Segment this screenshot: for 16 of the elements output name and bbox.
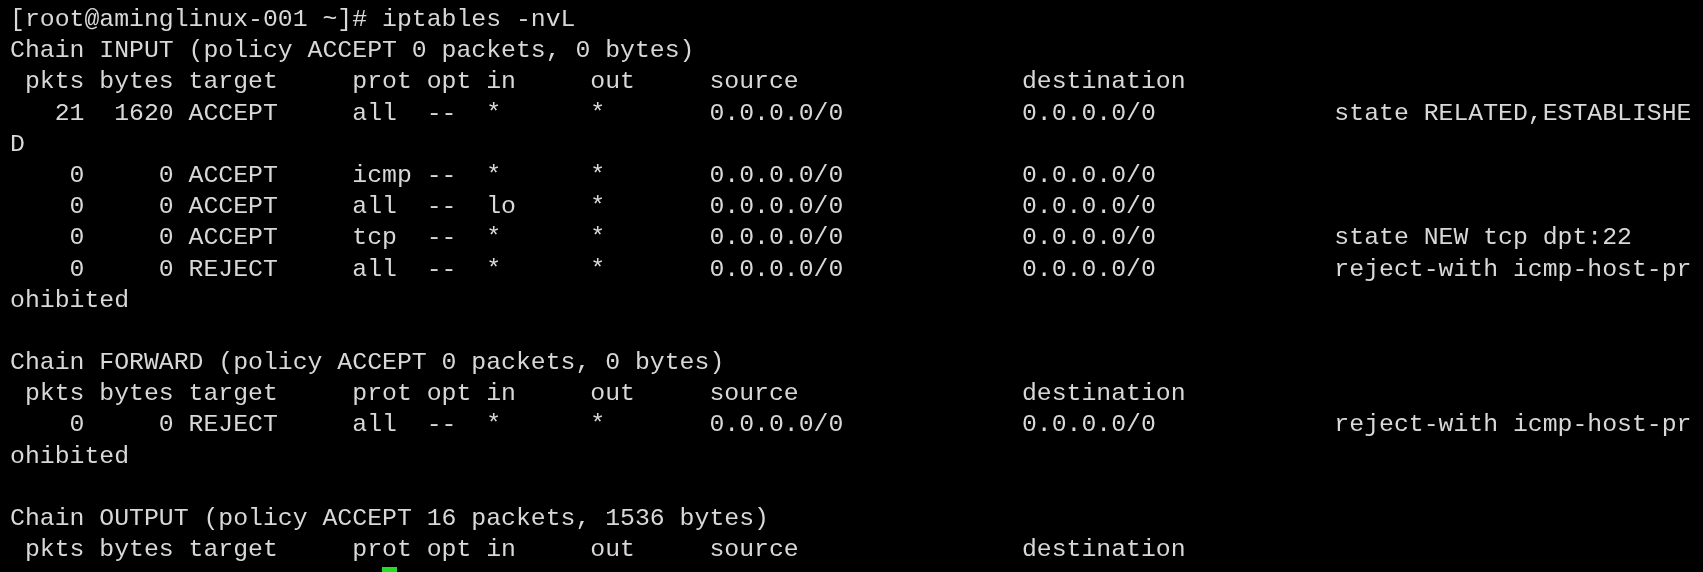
terminal-line: 0 0 ACCEPT tcp -- * * 0.0.0.0/0 0.0.0.0/0 state NEW tcp dpt:22	[68, 222, 1632, 254]
terminal-line: Chain OUTPUT (policy ACCEPT 16 packets, 1536 bytes)	[10, 503, 769, 534]
terminal-line: 0 0 ACCEPT icmp -- * * 0.0.0.0/0 0.0.0.0/0	[68, 159, 1156, 191]
terminal-line: 21 1620 ACCEPT all -- * * 0.0.0.0/0 0.0.0.0/0 state RELATED,ESTABLISHE	[53, 97, 1692, 129]
terminal-line: ohibited	[10, 284, 130, 316]
terminal-line: 0 0 ACCEPT all -- lo * 0.0.0.0/0 0.0.0.0/0	[68, 191, 1156, 223]
terminal-line: pkts bytes target prot opt in out source destination	[23, 534, 1186, 566]
terminal-line: pkts bytes target prot opt in out source destination	[23, 378, 1186, 410]
terminal-line: [root@aminglinux-001 ~]# iptables -nvL	[10, 4, 576, 35]
terminal-line: pkts bytes target prot opt in out source destination	[23, 66, 1186, 98]
terminal-line: Chain FORWARD (policy ACCEPT 0 packets, 0 bytes)	[10, 347, 725, 379]
terminal-line: 0 0 REJECT all -- * * 0.0.0.0/0 0.0.0.0/0 reject-with icmp-host-pr	[68, 253, 1692, 285]
terminal-line: D	[10, 128, 25, 160]
terminal-line: 0 0 REJECT all -- * * 0.0.0.0/0 0.0.0.0/0 reject-with icmp-host-pr	[68, 409, 1692, 441]
terminal-line: Chain INPUT (policy ACCEPT 0 packets, 0 bytes)	[10, 35, 695, 67]
terminal-line: ohibited	[10, 440, 130, 472]
